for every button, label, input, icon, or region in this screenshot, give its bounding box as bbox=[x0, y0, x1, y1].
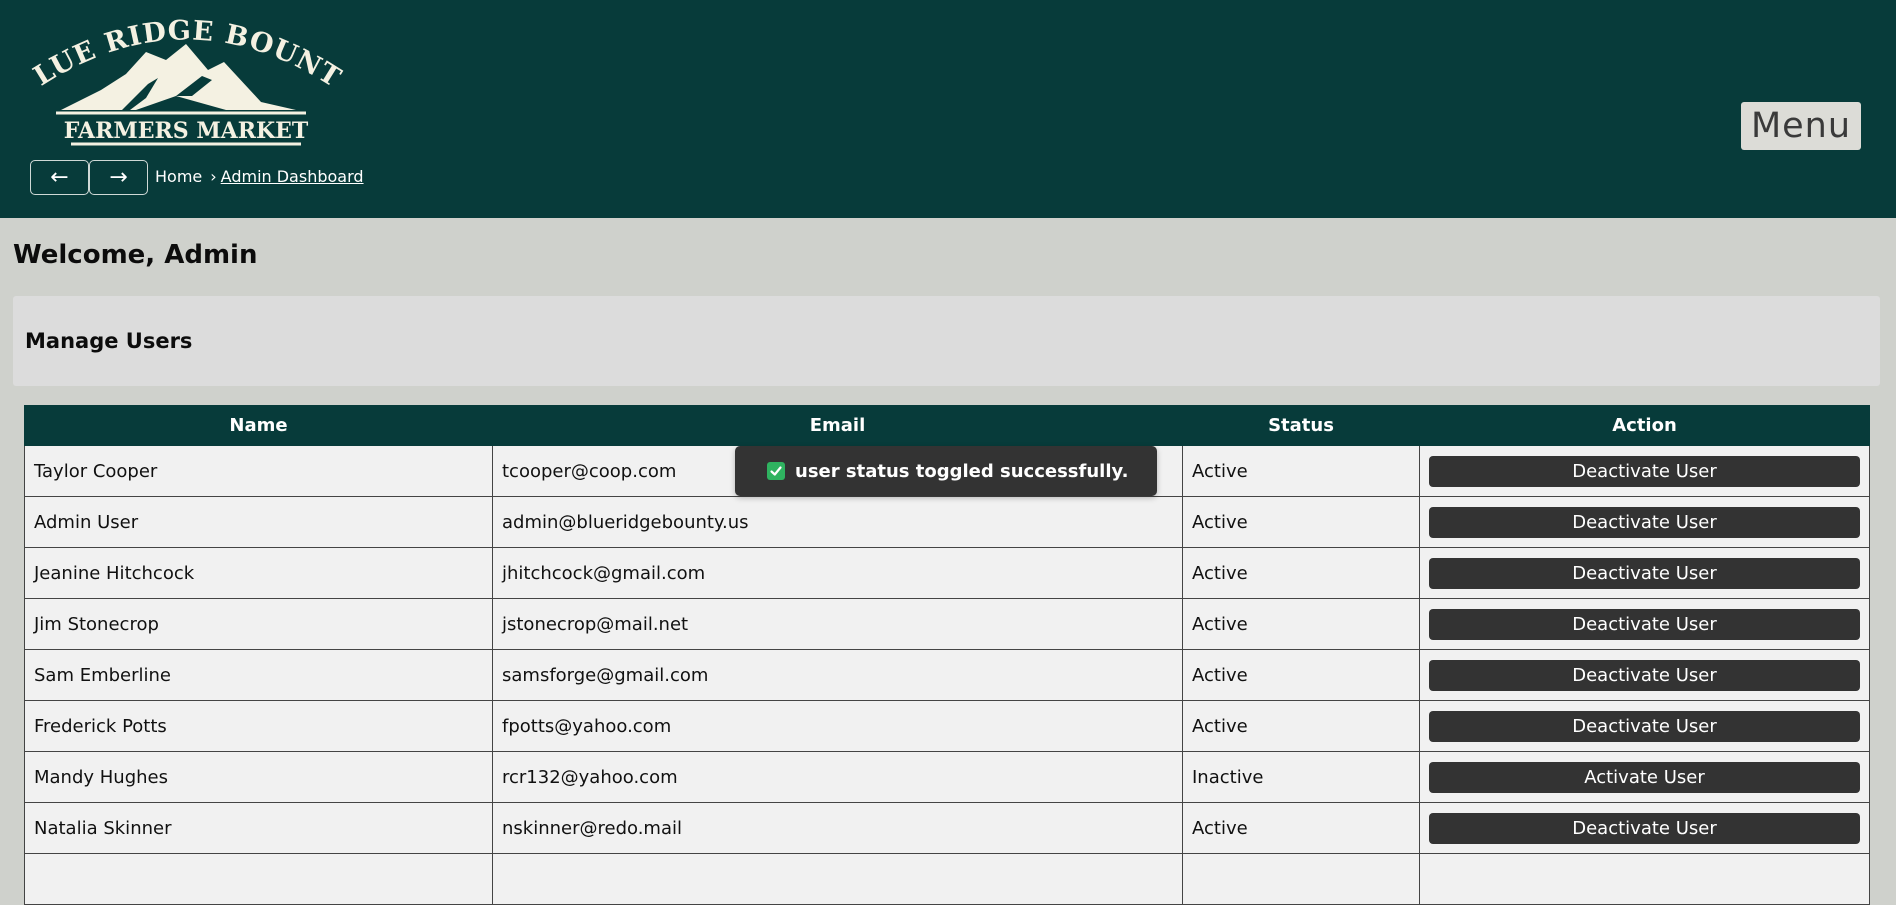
action-cell: Deactivate User bbox=[1419, 598, 1870, 650]
table-row: Admin User admin@blueridgebounty.us Acti… bbox=[24, 496, 1870, 548]
user-email: jstonecrop@mail.net bbox=[492, 598, 1183, 650]
table-row: Mandy Hughes rcr132@yahoo.com Inactive A… bbox=[24, 751, 1870, 803]
status-toast: user status toggled successfully. bbox=[735, 446, 1157, 496]
user-email: admin@blueridgebounty.us bbox=[492, 496, 1183, 548]
action-cell: Deactivate User bbox=[1419, 700, 1870, 752]
user-status: Active bbox=[1182, 547, 1420, 599]
deactivate-user-button[interactable]: Deactivate User bbox=[1429, 659, 1860, 691]
breadcrumb-admin-dashboard[interactable]: Admin Dashboard bbox=[221, 167, 364, 186]
user-email: samsforge@gmail.com bbox=[492, 649, 1183, 701]
column-header-status: Status bbox=[1182, 405, 1420, 446]
user-status: Active bbox=[1182, 496, 1420, 548]
forward-button[interactable]: → bbox=[89, 160, 148, 195]
breadcrumb-separator: › bbox=[210, 167, 217, 186]
user-name: Jeanine Hitchcock bbox=[24, 547, 493, 599]
page-title: Welcome, Admin bbox=[13, 240, 258, 270]
user-status: Inactive bbox=[1182, 751, 1420, 803]
user-status bbox=[1182, 853, 1420, 905]
user-name: Sam Emberline bbox=[24, 649, 493, 701]
action-cell: Deactivate User bbox=[1419, 547, 1870, 599]
user-status: Active bbox=[1182, 700, 1420, 752]
deactivate-user-button[interactable]: Deactivate User bbox=[1429, 812, 1860, 844]
menu-button[interactable]: Menu bbox=[1741, 102, 1861, 150]
user-email bbox=[492, 853, 1183, 905]
logo-line2: FARMERS MARKET bbox=[64, 118, 309, 144]
action-cell: Deactivate User bbox=[1419, 445, 1870, 497]
user-status: Active bbox=[1182, 802, 1420, 854]
user-email: rcr132@yahoo.com bbox=[492, 751, 1183, 803]
table-header-row: Name Email Status Action bbox=[24, 405, 1870, 446]
table-row bbox=[24, 853, 1870, 905]
user-status: Active bbox=[1182, 649, 1420, 701]
deactivate-user-button[interactable]: Deactivate User bbox=[1429, 608, 1860, 640]
user-name: Taylor Cooper bbox=[24, 445, 493, 497]
column-header-name: Name bbox=[24, 405, 493, 446]
user-email: fpotts@yahoo.com bbox=[492, 700, 1183, 752]
table-row: Jeanine Hitchcock jhitchcock@gmail.com A… bbox=[24, 547, 1870, 599]
blue-ridge-bounty-logo[interactable]: BLUE RIDGE BOUNTY FARMERS MARKET bbox=[26, 12, 346, 148]
user-name: Natalia Skinner bbox=[24, 802, 493, 854]
back-button[interactable]: ← bbox=[30, 160, 89, 195]
column-header-email: Email bbox=[492, 405, 1183, 446]
site-header: BLUE RIDGE BOUNTY FARMERS MARKET ← → Hom… bbox=[0, 0, 1896, 218]
action-cell: Deactivate User bbox=[1419, 802, 1870, 854]
check-square-icon bbox=[767, 462, 785, 480]
user-name: Mandy Hughes bbox=[24, 751, 493, 803]
user-status: Active bbox=[1182, 445, 1420, 497]
column-header-action: Action bbox=[1419, 405, 1870, 446]
activate-user-button[interactable]: Activate User bbox=[1429, 761, 1860, 793]
user-email: jhitchcock@gmail.com bbox=[492, 547, 1183, 599]
manage-users-panel: Manage Users bbox=[13, 296, 1880, 386]
deactivate-user-button[interactable]: Deactivate User bbox=[1429, 710, 1860, 742]
user-status: Active bbox=[1182, 598, 1420, 650]
manage-users-heading: Manage Users bbox=[25, 329, 193, 353]
toast-message: user status toggled successfully. bbox=[795, 460, 1129, 482]
action-cell: Deactivate User bbox=[1419, 496, 1870, 548]
user-name: Jim Stonecrop bbox=[24, 598, 493, 650]
breadcrumb-home[interactable]: Home bbox=[155, 167, 202, 186]
breadcrumb: Home › Admin Dashboard bbox=[155, 167, 364, 186]
user-email: nskinner@redo.mail bbox=[492, 802, 1183, 854]
deactivate-user-button[interactable]: Deactivate User bbox=[1429, 506, 1860, 538]
table-row: Sam Emberline samsforge@gmail.com Active… bbox=[24, 649, 1870, 701]
action-cell bbox=[1419, 853, 1870, 905]
action-cell: Activate User bbox=[1419, 751, 1870, 803]
action-cell: Deactivate User bbox=[1419, 649, 1870, 701]
user-name: Admin User bbox=[24, 496, 493, 548]
table-row: Frederick Potts fpotts@yahoo.com Active … bbox=[24, 700, 1870, 752]
deactivate-user-button[interactable]: Deactivate User bbox=[1429, 557, 1860, 589]
deactivate-user-button[interactable]: Deactivate User bbox=[1429, 455, 1860, 487]
table-row: Natalia Skinner nskinner@redo.mail Activ… bbox=[24, 802, 1870, 854]
table-row: Jim Stonecrop jstonecrop@mail.net Active… bbox=[24, 598, 1870, 650]
logo-mountain-icon: BLUE RIDGE BOUNTY FARMERS MARKET bbox=[26, 12, 346, 146]
user-name: Frederick Potts bbox=[24, 700, 493, 752]
user-name bbox=[24, 853, 493, 905]
